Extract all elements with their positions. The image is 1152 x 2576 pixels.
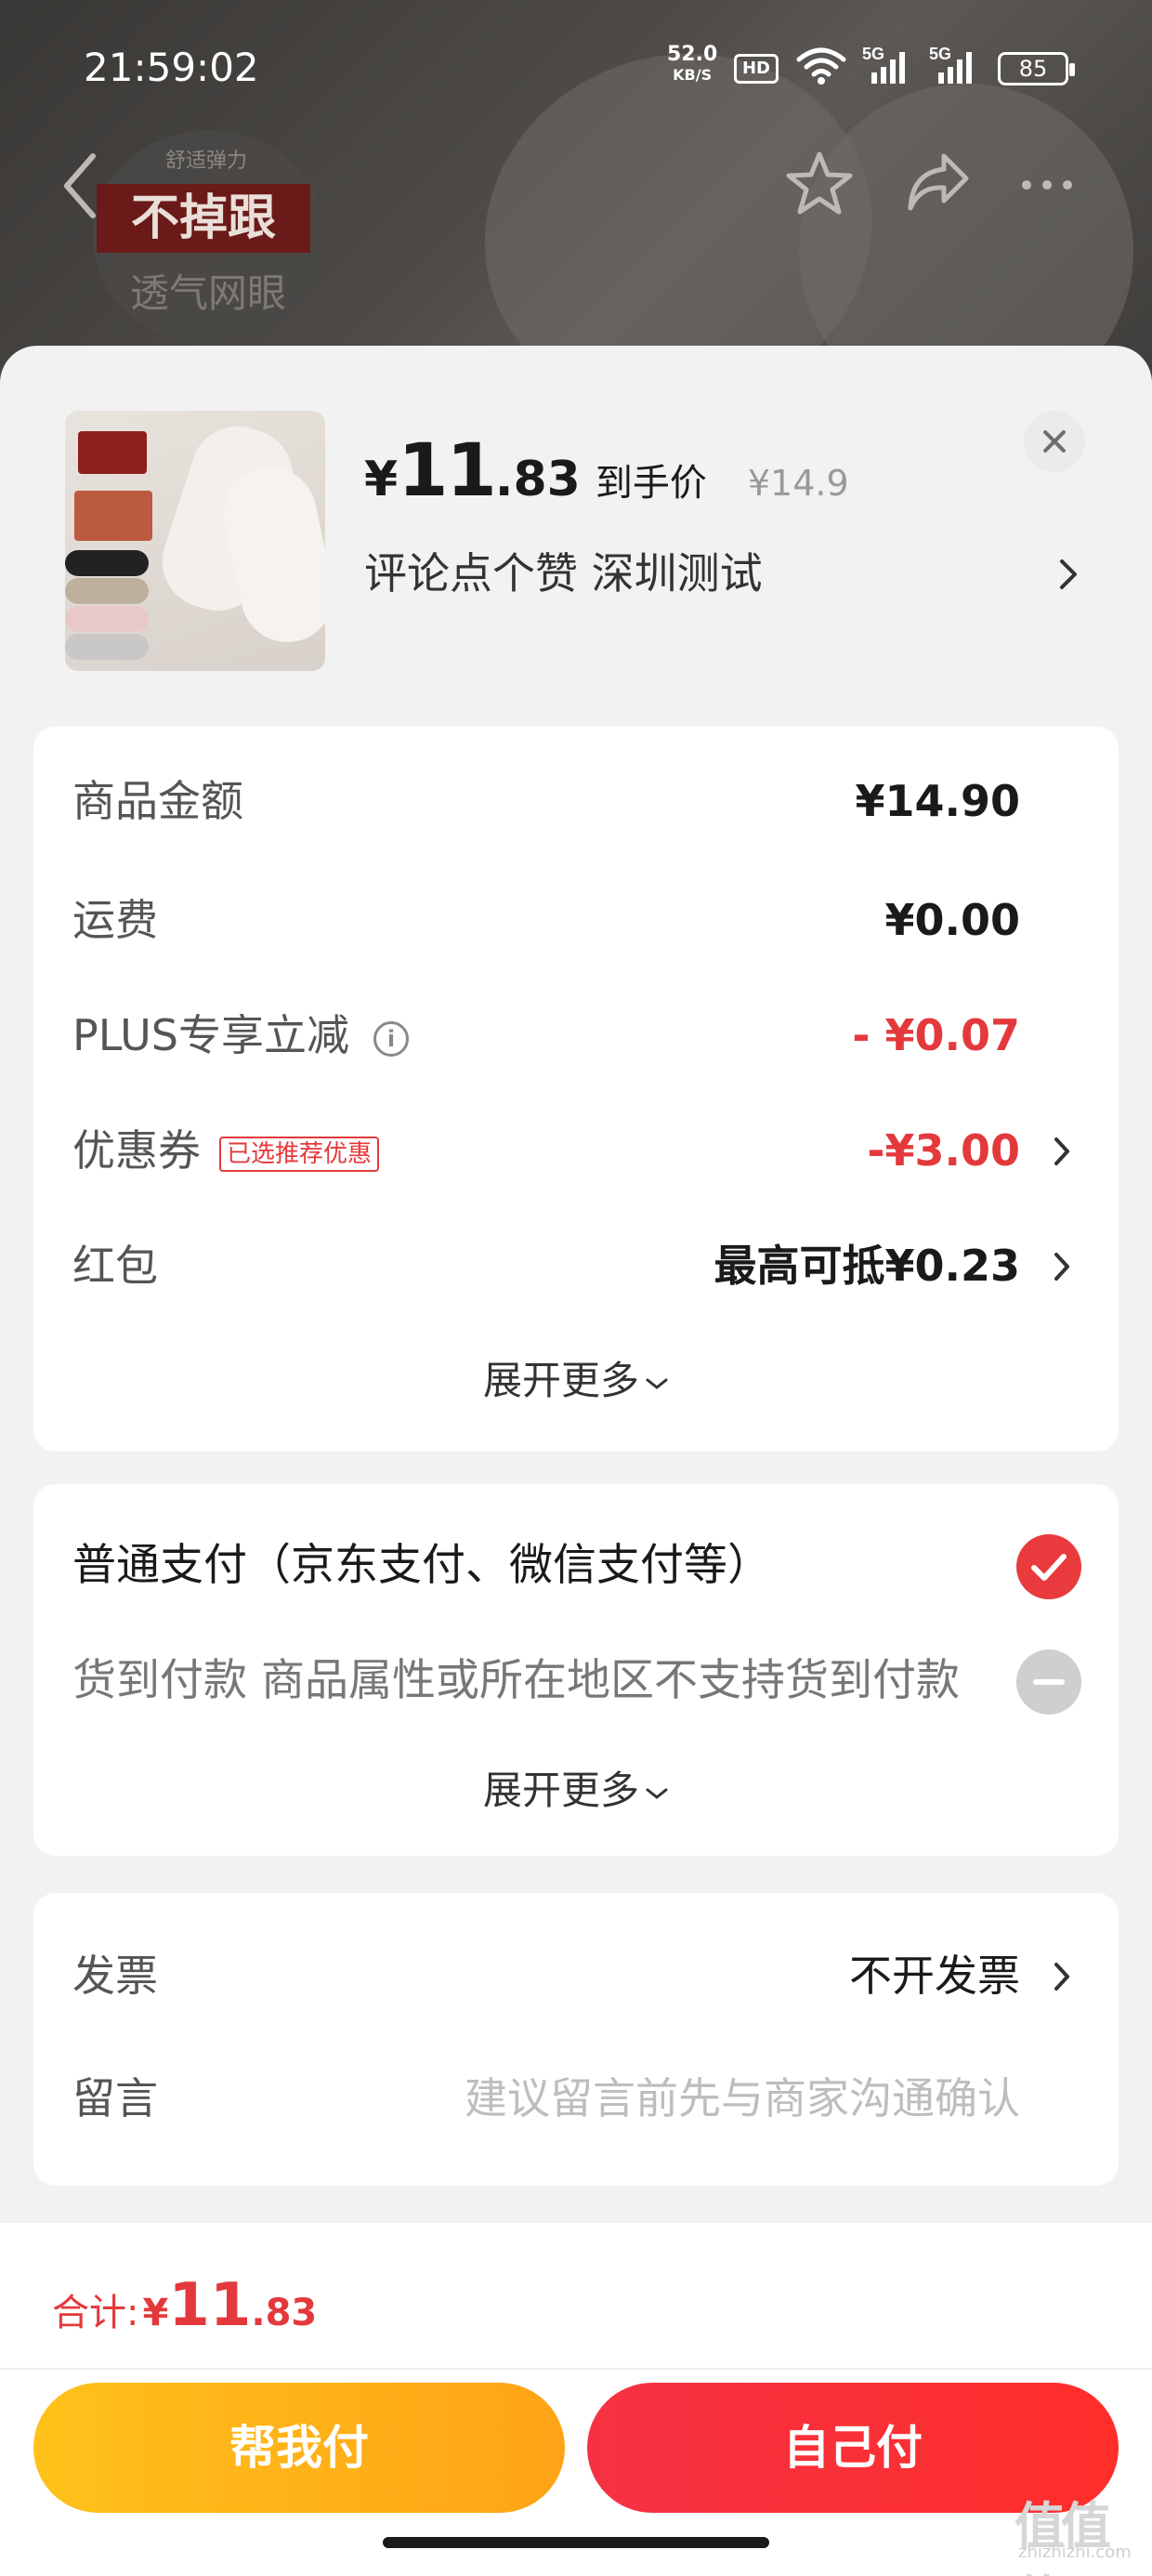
close-icon[interactable] [1024,411,1085,472]
row-value: - ¥0.07 [852,1010,1020,1060]
invoice-value: 不开发票 [849,1951,1020,2001]
expand-more-label: 展开更多 [482,1358,639,1403]
chevron-right-icon [1054,1253,1069,1281]
svg-text:5G: 5G [862,45,884,63]
more-menu-icon[interactable] [1022,180,1083,190]
price-decimal: .83 [494,452,581,507]
total-decimal: .83 [251,2292,318,2334]
row-value: ¥0.00 [884,895,1020,945]
watermark-logo: 值值值 [1015,2497,1111,2576]
checkmark-selected-icon[interactable] [1016,1534,1081,1599]
row-label-wrap: PLUS专享立减 i [72,998,409,1072]
row-value: -¥3.00 [867,1125,1020,1176]
message-label: 留言 [72,2073,158,2123]
row-label: PLUS专享立减 [72,1010,349,1060]
row-value: 最高可抵¥0.23 [713,1241,1020,1291]
extras-card: 发票 不开发票 留言 建议留言前先与商家沟通确认 [33,1893,1119,2186]
row-plus-discount: PLUS专享立减 i - ¥0.07 [72,998,1085,1072]
info-icon[interactable]: i [373,1020,409,1057]
payment-method-card: 普通支付（京东支付、微信支付等） 货到付款 商品属性或所在地区不支持货到付款 展… [33,1484,1119,1856]
network-speed-unit: KB/S [673,66,713,84]
price-currency: ¥ [364,452,399,507]
chevron-down-icon [646,1378,668,1389]
order-total: 合计: ¥ 11 .83 [52,2271,317,2340]
row-shipping: 运费 ¥0.00 [72,883,1085,957]
row-label: 红包 [72,1241,158,1291]
home-indicator[interactable] [383,2537,769,2548]
message-row[interactable]: 留言 建议留言前先与商家沟通确认 [72,2057,1085,2140]
wifi-icon [796,47,846,85]
promo-caption: 透气网眼 [130,270,287,316]
row-goods-amount: 商品金额 ¥14.90 [72,764,1085,838]
payment-option-label: 普通支付（京东支付、微信支付等） [72,1540,771,1591]
expand-more-label: 展开更多 [482,1768,639,1813]
expand-more-button[interactable]: 展开更多 [33,1349,1119,1406]
payment-option-cod: 货到付款 商品属性或所在地区不支持货到付款 [72,1644,1085,1718]
invoice-label: 发票 [72,1951,158,2001]
price-breakdown-card: 商品金额 ¥14.90 运费 ¥0.00 PLUS专享立减 i - ¥0.07 优… [33,727,1119,1452]
status-time: 21:59:02 [84,45,259,90]
price-integer: 11 [398,429,497,513]
svg-text:5G: 5G [929,45,951,63]
product-header: ¥ 11 .83 到手价 ¥14.9 评论点个赞 深圳测试 [0,346,1152,717]
battery-icon: 85 [998,52,1075,85]
row-label-wrap: 优惠券 已选推荐优惠 [72,1113,380,1188]
invoice-row[interactable]: 发票 不开发票 [72,1934,1085,2017]
message-input[interactable]: 建议留言前先与商家沟通确认 [465,2057,1020,2140]
row-label: 优惠券 [72,1125,201,1176]
divider [0,2368,1152,2370]
original-price: ¥14.9 [747,463,849,504]
favorite-star-icon[interactable] [784,149,855,219]
signal-5g-icon: 5G [929,45,985,91]
disabled-option-icon [1016,1649,1081,1715]
row-value: ¥14.90 [855,776,1020,826]
spec-label: 评论点个赞 深圳测试 [364,548,763,598]
payment-option-online[interactable]: 普通支付（京东支付、微信支付等） [72,1529,1085,1603]
chevron-down-icon [646,1788,668,1799]
watermark-url: zhizhizhi.com [1018,2543,1132,2562]
checkout-footer: 合计: ¥ 11 .83 帮我付 自己付 值值值 zhizhizhi.com [0,2223,1152,2576]
back-arrow-icon[interactable] [58,149,104,223]
chevron-right-icon [1054,1963,1069,1991]
total-integer: 11 [168,2271,252,2340]
total-label: 合计: [52,2292,139,2334]
share-icon[interactable] [905,151,972,216]
friend-pay-button[interactable]: 帮我付 [33,2383,565,2513]
promo-title: 不掉跟 [97,184,310,253]
network-speed-value: 52.0 [667,43,718,66]
network-speed: 52.0 KB/S [667,45,717,85]
total-currency: ¥ [142,2292,169,2334]
row-label: 运费 [72,895,158,945]
status-bar: 21:59:02 52.0 KB/S HD 5G 5G 85 [0,0,1152,121]
final-price: ¥ 11 .83 到手价 ¥14.9 [364,429,849,513]
chevron-right-icon [1054,1137,1069,1165]
chevron-right-icon [1060,559,1077,589]
row-coupon[interactable]: 优惠券 已选推荐优惠 -¥3.00 [72,1113,1085,1188]
hd-voice-icon: HD [734,54,779,84]
promo-subtitle: 舒适弹力 [165,150,248,173]
row-label: 商品金额 [72,776,243,826]
signal-5g-icon: 5G [862,45,918,91]
spec-selector[interactable]: 评论点个赞 深圳测试 [364,541,1089,606]
row-red-packet[interactable]: 红包 最高可抵¥0.23 [72,1229,1085,1303]
price-tag-label: 到手价 [595,462,707,505]
expand-more-button[interactable]: 展开更多 [33,1759,1119,1816]
payment-option-label: 货到付款 商品属性或所在地区不支持货到付款 [72,1655,960,1706]
product-thumbnail [65,411,325,671]
coupon-badge: 已选推荐优惠 [219,1136,380,1172]
